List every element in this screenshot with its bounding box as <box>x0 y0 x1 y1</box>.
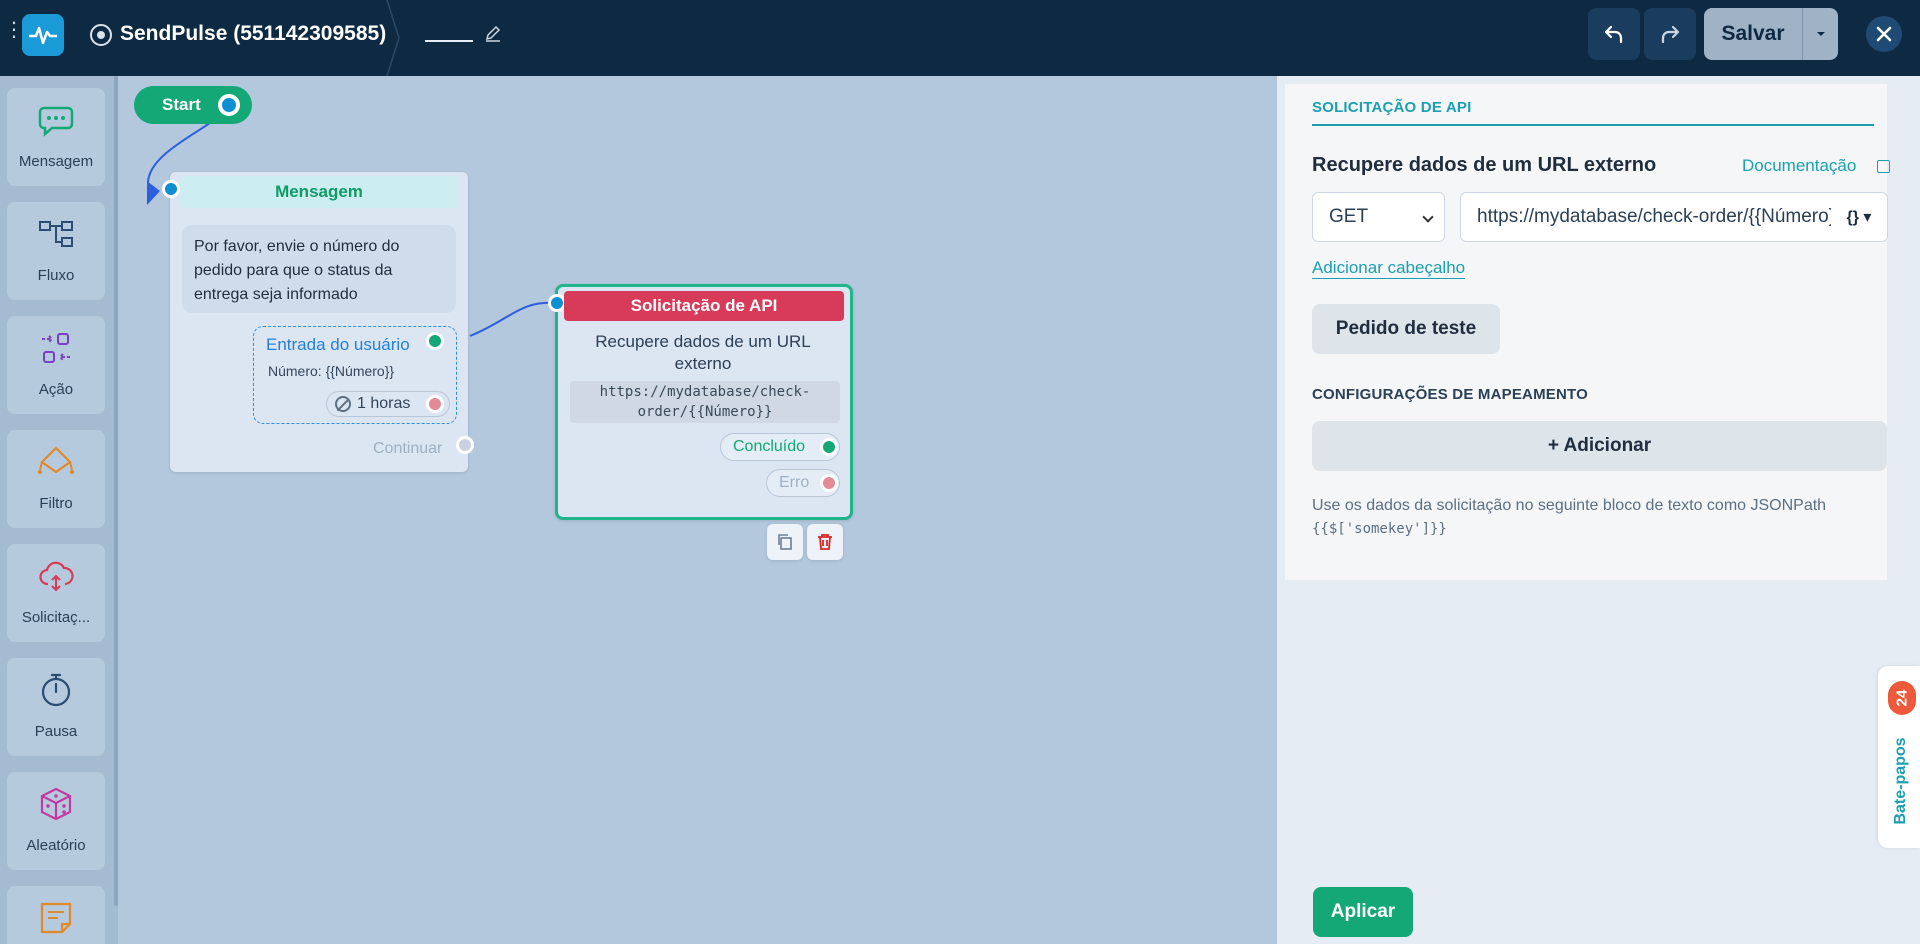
node-actions <box>767 524 843 560</box>
timeout-port[interactable] <box>426 395 444 413</box>
message-input-port[interactable] <box>162 180 180 198</box>
user-input-box[interactable]: Entrada do usuário Número: {{Número}} 1 … <box>253 326 457 424</box>
bot-name: SendPulse (551142309585) <box>120 22 387 45</box>
api-node-description: Recupere dados de um URL externo <box>595 332 811 373</box>
message-node-title: Mensagem <box>180 176 458 208</box>
apply-button[interactable]: Aplicar <box>1313 887 1413 937</box>
sidebar-item-filter[interactable]: Filtro <box>7 430 105 528</box>
api-error-label: Erro <box>779 474 810 491</box>
sidebar-item-label: Aleatório <box>26 837 86 854</box>
sidebar-item-label: Mensagem <box>18 153 94 170</box>
test-request-button[interactable]: Pedido de teste <box>1312 304 1500 354</box>
chats-label: Bate-papos <box>1892 737 1909 825</box>
user-input-port[interactable] <box>426 332 444 350</box>
cloud-request-icon <box>39 561 74 592</box>
panel-title: Recupere dados de um URL externo <box>1312 154 1657 176</box>
timeout-icon <box>335 396 351 412</box>
chat-bubble-icon <box>38 106 74 137</box>
save-button[interactable]: Salvar <box>1704 8 1802 60</box>
mapping-help-label: Use os dados da solicitação no seguinte … <box>1312 497 1827 514</box>
continue-port[interactable] <box>456 436 474 454</box>
note-icon <box>40 902 72 934</box>
sidebar-item-action[interactable]: Ação <box>7 316 105 414</box>
api-node-title: Solicitação de API <box>564 291 844 321</box>
breadcrumb-separator-icon <box>386 0 400 76</box>
sendpulse-logo-icon[interactable] <box>22 14 64 56</box>
message-node[interactable]: Mensagem Por favor, envie o número do pe… <box>162 172 474 472</box>
sidebar-item-label: Solicitaç... <box>21 609 91 626</box>
trash-icon <box>818 534 832 550</box>
whatsapp-icon <box>90 24 112 46</box>
undo-icon <box>1604 25 1623 44</box>
documentation-link[interactable]: Documentação <box>1742 156 1856 176</box>
message-text: Por favor, envie o número do pedido para… <box>182 225 456 313</box>
copy-icon <box>778 534 792 550</box>
flow-icon <box>39 221 73 247</box>
user-input-title: Entrada do usuário <box>266 335 410 354</box>
add-header-link[interactable]: Adicionar cabeçalho <box>1312 258 1466 279</box>
api-request-node[interactable]: Solicitação de API Recupere dados de um … <box>548 284 853 520</box>
mapping-help-text: Use os dados da solicitação no seguinte … <box>1312 494 1872 541</box>
start-label: Start <box>162 95 201 114</box>
http-method-value: GET <box>1329 206 1369 227</box>
sidebar-scrollbar[interactable] <box>114 76 118 906</box>
dice-icon <box>40 787 72 821</box>
sidebar-item-label: Ação <box>38 381 74 398</box>
menu-dots-icon[interactable]: ⋮ <box>4 20 24 50</box>
action-icon <box>42 333 70 363</box>
stopwatch-icon <box>41 673 71 707</box>
save-options-button[interactable] <box>1802 8 1838 60</box>
pencil-icon[interactable] <box>484 24 502 42</box>
insert-variable-button[interactable]: {} ▾ <box>1837 203 1881 233</box>
mapping-help-code: {{$['somekey']}} <box>1312 521 1447 537</box>
url-input[interactable]: https://mydatabase/check-order/{{Número}… <box>1460 192 1888 242</box>
undo-button[interactable] <box>1588 8 1640 60</box>
timeout-label: 1 horas <box>357 395 411 412</box>
url-input-value: https://mydatabase/check-order/{{Número}… <box>1477 206 1831 227</box>
close-button[interactable] <box>1866 16 1902 52</box>
external-link-icon[interactable] <box>1877 160 1890 173</box>
chevron-down-icon <box>1422 211 1434 223</box>
api-settings-panel: SOLICITAÇÃO DE API Recupere dados de um … <box>1285 84 1890 580</box>
mapping-section-title: CONFIGURAÇÕES DE MAPEAMENTO <box>1312 386 1588 403</box>
sidebar-item-note[interactable] <box>7 886 105 944</box>
close-icon <box>1876 26 1892 42</box>
block-sidebar: Mensagem Fluxo Ação Filtro Solicitaç... … <box>0 76 118 944</box>
sidebar-item-random[interactable]: Aleatório <box>7 772 105 870</box>
continue-label: Continuar <box>373 440 443 457</box>
redo-button[interactable] <box>1644 8 1696 60</box>
sidebar-item-pause[interactable]: Pausa <box>7 658 105 756</box>
sidebar-item-label: Filtro <box>39 495 73 512</box>
sidebar-item-flow[interactable]: Fluxo <box>7 202 105 300</box>
sidebar-item-label: Fluxo <box>37 267 75 284</box>
chats-tab[interactable]: 24 Bate-papos <box>1878 666 1920 848</box>
api-node-url: https://mydatabase/check-order/{{Número}… <box>570 381 840 423</box>
delete-button[interactable] <box>807 524 843 560</box>
sidebar-item-message[interactable]: Mensagem <box>7 88 105 186</box>
api-error-port[interactable] <box>820 474 838 492</box>
chevron-down-icon <box>1816 32 1825 36</box>
redo-icon <box>1661 25 1680 44</box>
panel-section-title: SOLICITAÇÃO DE API <box>1312 99 1472 116</box>
api-done-label: Concluído <box>733 438 806 455</box>
chats-count-badge: 24 <box>1888 681 1916 715</box>
add-mapping-button[interactable]: + Adicionar <box>1312 421 1887 471</box>
panel-divider <box>1312 124 1874 126</box>
duplicate-button[interactable] <box>767 524 803 560</box>
sidebar-item-api-request[interactable]: Solicitaç... <box>7 544 105 642</box>
api-done-port[interactable] <box>820 438 838 456</box>
filter-icon <box>38 446 74 474</box>
start-node[interactable]: Start <box>134 86 252 124</box>
sidebar-item-label: Pausa <box>34 723 78 740</box>
start-output-port[interactable] <box>218 94 240 116</box>
chats-count: 24 <box>1893 689 1910 707</box>
flow-name-field[interactable] <box>425 20 473 42</box>
user-input-variable: Número: {{Número}} <box>268 363 395 379</box>
http-method-select[interactable]: GET <box>1312 192 1445 242</box>
top-bar: ⋮ SendPulse (551142309585) Salvar <box>0 0 1920 76</box>
